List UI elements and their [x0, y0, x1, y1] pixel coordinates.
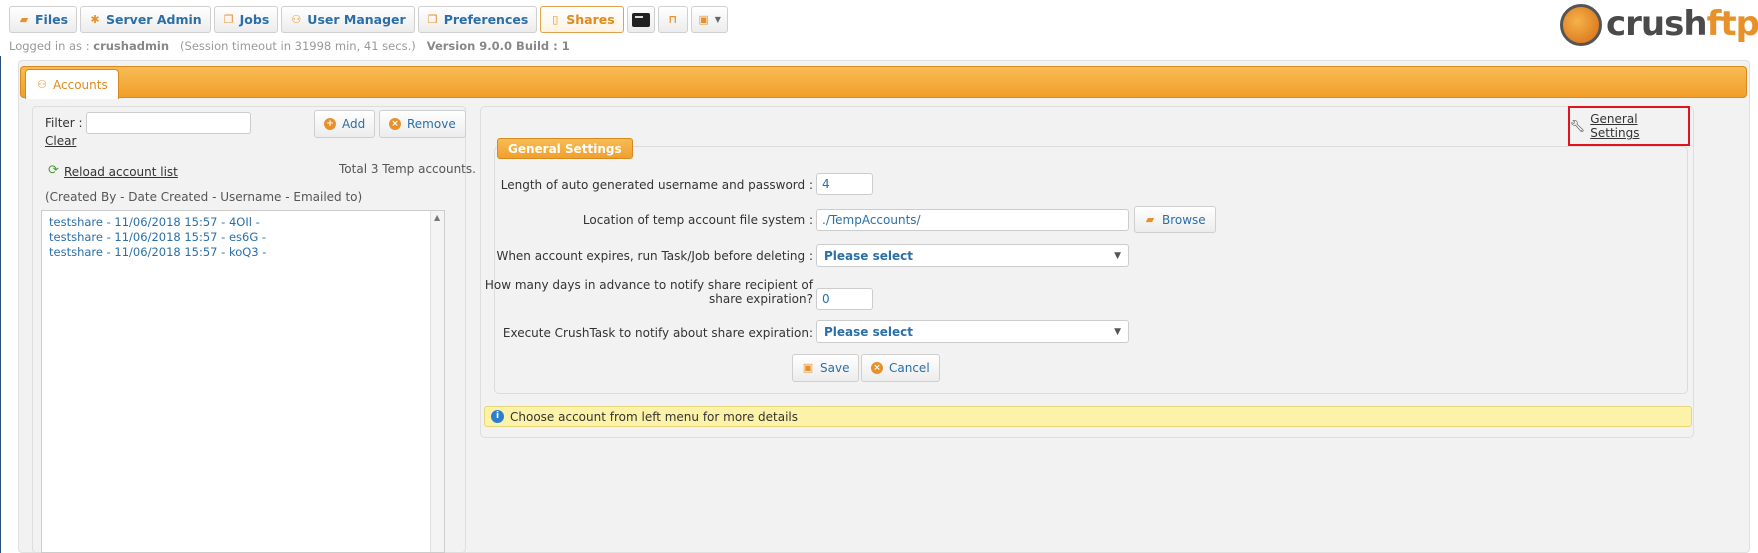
user-icon: ⚇: [37, 77, 47, 91]
general-settings-link[interactable]: 🔧︎ General Settings: [1568, 106, 1690, 146]
notify-days-label-line1: How many days in advance to notify share…: [484, 278, 813, 292]
unlock-button[interactable]: ⊓: [657, 6, 688, 33]
logged-in-label: Logged in as :: [9, 39, 90, 53]
add-button-label: Add: [342, 117, 366, 131]
nav-files-label: Files: [35, 12, 69, 27]
chevron-down-icon: ▼: [1114, 250, 1121, 261]
length-input[interactable]: 4: [816, 173, 873, 195]
general-settings-legend: General Settings: [497, 138, 633, 159]
share-icon: ▯: [552, 12, 559, 26]
window-left-edge: [0, 0, 1, 553]
nav-server-admin-label: Server Admin: [106, 12, 202, 27]
browse-button[interactable]: ▰ Browse: [1134, 206, 1216, 233]
add-icon: +: [324, 118, 336, 130]
expire-task-label: When account expires, run Task/Job befor…: [496, 249, 813, 263]
reload-account-list-label: Reload account list: [64, 165, 178, 179]
logo-text-part1: crush: [1606, 4, 1708, 44]
image-icon: ▣: [698, 12, 709, 26]
jobs-icon: ❐: [223, 12, 234, 26]
columns-hint: (Created By - Date Created - Username - …: [45, 190, 363, 204]
main-nav: ▰ Files ✱ Server Admin ❐ Jobs ⚇ User Man…: [9, 6, 728, 33]
chevron-down-icon: ▼: [1114, 326, 1121, 337]
crushftp-logo: crushftp: [1558, 2, 1758, 48]
remove-icon: ×: [389, 118, 401, 130]
crushtask-label: Execute CrushTask to notify about share …: [502, 326, 813, 340]
top-bar: ▰ Files ✱ Server Admin ❐ Jobs ⚇ User Man…: [0, 0, 1758, 56]
filter-input[interactable]: [86, 112, 251, 134]
total-accounts-text: Total 3 Temp accounts.: [339, 162, 476, 176]
tab-accounts-label: Accounts: [53, 77, 108, 92]
logged-in-username: crushadmin: [93, 39, 170, 53]
session-timeout: (Session timeout in 31998 min, 41 secs.): [180, 39, 416, 53]
nav-preferences-button[interactable]: ❐ Preferences: [417, 6, 538, 33]
nav-shares-label: Shares: [566, 12, 615, 27]
expire-task-value: Please select: [824, 248, 913, 263]
logo-text: crushftp: [1606, 4, 1758, 44]
session-info: Logged in as : crushadmin (Session timeo…: [9, 39, 570, 53]
terminal-icon: [631, 12, 650, 27]
info-message: Choose account from left menu for more d…: [510, 409, 799, 424]
reload-icon: [48, 163, 60, 178]
reload-account-list[interactable]: Reload account list: [48, 163, 178, 179]
nav-jobs-label: Jobs: [239, 12, 270, 27]
logo-emblem-icon: [1560, 4, 1602, 46]
info-message-bar: i Choose account from left menu for more…: [484, 406, 1692, 427]
save-button-label: Save: [820, 361, 850, 375]
expire-task-select[interactable]: Please select ▼: [816, 244, 1129, 267]
folder-open-icon: ▰: [19, 12, 29, 26]
browse-button-label: Browse: [1162, 212, 1206, 227]
cancel-icon: ×: [871, 362, 883, 374]
wrench-icon: 🔧︎: [1570, 119, 1586, 133]
save-button[interactable]: ▣ Save: [792, 354, 860, 382]
nav-user-manager-label: User Manager: [307, 12, 406, 27]
filter-label: Filter :: [45, 116, 83, 130]
location-input[interactable]: ./TempAccounts/: [816, 209, 1129, 231]
nav-shares-button[interactable]: ▯ Shares: [540, 6, 624, 33]
user-icon: ⚇: [291, 12, 302, 26]
terminal-button[interactable]: [626, 6, 655, 33]
chevron-down-icon: ▼: [714, 15, 721, 24]
nav-preferences-label: Preferences: [443, 12, 529, 27]
unlock-icon: ⊓: [668, 12, 678, 26]
nav-server-admin-button[interactable]: ✱ Server Admin: [80, 6, 211, 33]
list-item[interactable]: testshare - 11/06/2018 15:57 - 4OIl -: [49, 215, 260, 229]
notify-days-label: How many days in advance to notify share…: [485, 278, 813, 306]
add-button[interactable]: + Add: [314, 110, 376, 138]
nav-files-button[interactable]: ▰ Files: [9, 6, 78, 33]
clear-filter-link[interactable]: Clear: [45, 134, 76, 148]
version-text: Version 9.0.0 Build : 1: [426, 39, 570, 53]
notify-days-input[interactable]: 0: [816, 288, 873, 310]
crushtask-value: Please select: [824, 324, 913, 339]
notify-days-label-line2: share expiration?: [709, 292, 813, 306]
location-label: Location of temp account file system :: [582, 213, 813, 227]
cancel-button-label: Cancel: [889, 361, 930, 375]
list-item[interactable]: testshare - 11/06/2018 15:57 - es6G -: [49, 230, 266, 244]
list-scrollbar[interactable]: ▲: [430, 211, 444, 552]
image-menu-button[interactable]: ▣ ▼: [690, 6, 728, 33]
cancel-button[interactable]: × Cancel: [861, 354, 940, 382]
general-settings-link-label: General Settings: [1590, 112, 1640, 140]
remove-button-label: Remove: [407, 117, 456, 131]
crushtask-select[interactable]: Please select ▼: [816, 320, 1129, 343]
logo-text-part2: ftp: [1706, 4, 1758, 44]
tab-accounts[interactable]: ⚇ Accounts: [25, 69, 119, 99]
nav-user-manager-button[interactable]: ⚇ User Manager: [281, 6, 415, 33]
list-item[interactable]: testshare - 11/06/2018 15:57 - koQ3 -: [49, 245, 266, 259]
folder-open-icon: ▰: [1145, 212, 1155, 226]
info-icon: i: [491, 410, 504, 423]
scroll-up-icon[interactable]: ▲: [434, 213, 440, 222]
save-icon: ▣: [802, 361, 814, 374]
account-list[interactable]: testshare - 11/06/2018 15:57 - 4OIl - te…: [41, 210, 445, 553]
remove-button[interactable]: × Remove: [379, 110, 466, 138]
nav-jobs-button[interactable]: ❐ Jobs: [213, 6, 279, 33]
preferences-icon: ❐: [427, 12, 438, 26]
gear-icon: ✱: [90, 12, 100, 26]
length-label: Length of auto generated username and pa…: [500, 178, 813, 192]
tab-bar: ⚇ Accounts: [20, 66, 1747, 99]
